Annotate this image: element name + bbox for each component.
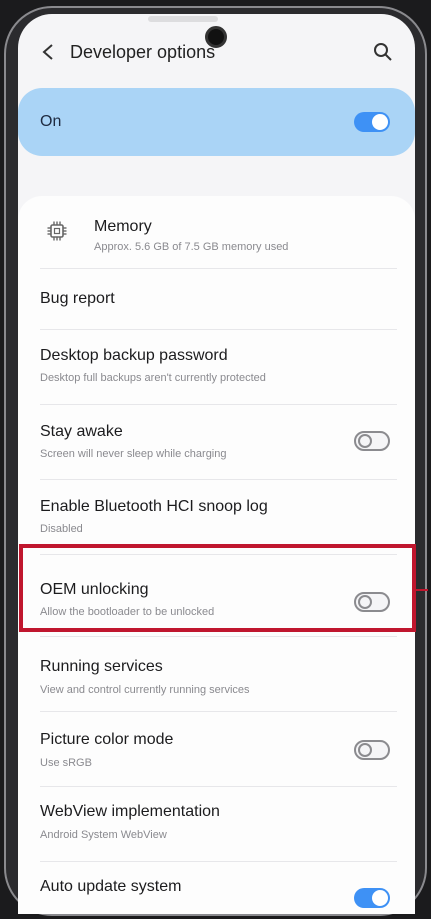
setting-title: Running services (40, 658, 163, 675)
setting-title: Bug report (40, 290, 115, 307)
stay-awake-toggle[interactable] (354, 431, 390, 451)
setting-bluetooth-hci-snoop-log[interactable]: Enable Bluetooth HCI snoop log Disabled (18, 480, 415, 554)
toggle-knob (372, 114, 388, 130)
setting-title: Picture color mode (40, 731, 174, 748)
setting-running-services[interactable]: Running services View and control curren… (18, 637, 415, 711)
toggle-knob (358, 434, 372, 448)
arrow-left-icon (42, 44, 53, 60)
setting-title: Desktop backup password (40, 347, 228, 364)
toggle-knob (372, 890, 388, 906)
back-button[interactable] (34, 38, 62, 66)
setting-bug-report[interactable]: Bug report (18, 269, 415, 329)
setting-stay-awake[interactable]: Stay awake Screen will never sleep while… (18, 405, 415, 479)
screen: Developer options On Memory Approx. 5.6 … (18, 14, 415, 914)
memory-chip-icon (47, 221, 67, 241)
auto-update-system-toggle[interactable] (354, 888, 390, 908)
setting-title: Stay awake (40, 423, 123, 440)
highlight-pointer (416, 589, 428, 591)
toggle-knob (358, 743, 372, 757)
setting-desktop-backup-password[interactable]: Desktop backup password Desktop full bac… (18, 330, 415, 404)
search-icon (374, 43, 392, 61)
search-button[interactable] (369, 38, 397, 66)
master-switch-bar[interactable]: On (18, 88, 415, 156)
setting-auto-update-system[interactable]: Auto update system (18, 862, 415, 914)
setting-subtitle: Desktop full backups aren't currently pr… (40, 372, 266, 384)
picture-color-mode-toggle[interactable] (354, 740, 390, 760)
toggle-knob (358, 595, 372, 609)
setting-memory[interactable]: Memory Approx. 5.6 GB of 7.5 GB memory u… (18, 196, 415, 268)
setting-title: WebView implementation (40, 803, 220, 820)
master-toggle[interactable] (354, 112, 390, 132)
setting-subtitle: Screen will never sleep while charging (40, 448, 227, 460)
setting-subtitle: Android System WebView (40, 829, 167, 841)
oem-unlocking-toggle[interactable] (354, 592, 390, 612)
setting-subtitle: Use sRGB (40, 757, 92, 769)
setting-picture-color-mode[interactable]: Picture color mode Use sRGB (18, 712, 415, 786)
front-camera (205, 26, 227, 48)
setting-title: OEM unlocking (40, 581, 149, 598)
page-title: Developer options (70, 42, 216, 62)
setting-title: Memory (94, 218, 152, 235)
setting-subtitle: Disabled (40, 523, 83, 535)
setting-title: Enable Bluetooth HCI snoop log (40, 498, 268, 515)
setting-subtitle: View and control currently running servi… (40, 684, 250, 696)
status-bar (148, 16, 218, 22)
master-switch-label: On (40, 113, 62, 130)
setting-subtitle: Approx. 5.6 GB of 7.5 GB memory used (94, 241, 289, 253)
setting-subtitle: Allow the bootloader to be unlocked (40, 606, 215, 618)
setting-title: Auto update system (40, 878, 182, 895)
settings-card: Memory Approx. 5.6 GB of 7.5 GB memory u… (18, 196, 415, 914)
setting-webview-implementation[interactable]: WebView implementation Android System We… (18, 787, 415, 861)
setting-oem-unlocking[interactable]: OEM unlocking Allow the bootloader to be… (18, 555, 415, 629)
